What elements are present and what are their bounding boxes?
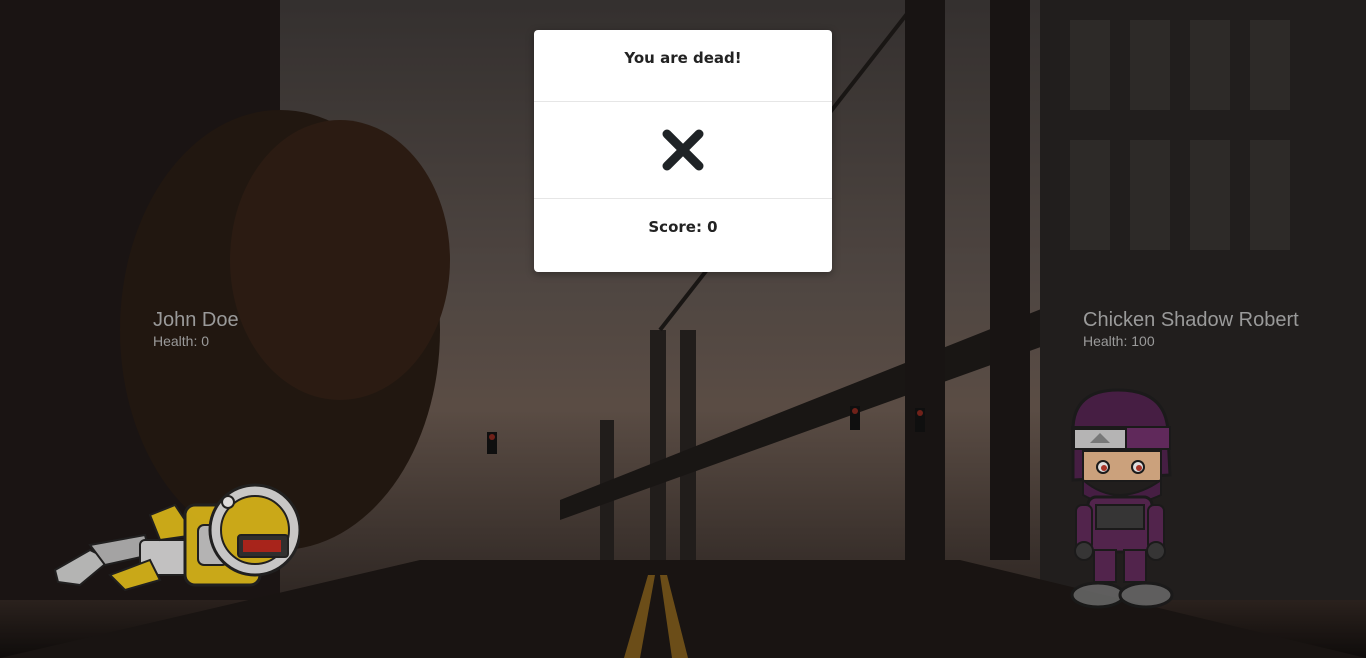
close-icon [662,129,704,171]
modal-body [534,102,832,199]
modal-header: You are dead! [534,30,832,102]
modal-footer: Score: 0 [534,199,832,271]
player-right-info: Chicken Shadow Robert Health: 100 [1083,308,1299,350]
player-right-health: Health: 100 [1083,333,1155,349]
modal-title: You are dead! [624,49,742,67]
player-left-health: Health: 0 [153,333,210,349]
player-right-name: Chicken Shadow Robert [1083,309,1299,331]
robot-sprite [53,483,300,592]
death-modal: You are dead! Score: 0 [534,30,832,272]
player-left-name: John Doe [153,309,239,331]
ninja-sprite [1070,388,1174,609]
score-text: Score: 0 [648,218,718,236]
game-scene: John Doe Health: 0 Chicken Shadow Robert… [0,0,1366,658]
player-left-info: John Doe Health: 0 [153,308,239,350]
